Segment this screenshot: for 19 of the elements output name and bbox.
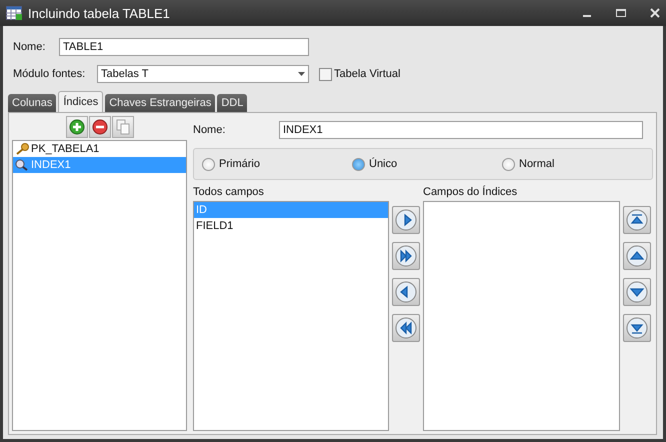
module-dropdown[interactable]: Tabelas T bbox=[97, 65, 309, 83]
all-fields-label: Todos campos bbox=[193, 186, 265, 198]
virtual-label: Tabela Virtual bbox=[334, 68, 400, 80]
radio-label: Único bbox=[369, 158, 398, 170]
name-label: Nome: bbox=[13, 41, 46, 53]
radio-label: Primário bbox=[219, 158, 260, 170]
field-item[interactable]: FIELD1 bbox=[194, 218, 388, 234]
tab[interactable]: Colunas bbox=[8, 94, 56, 112]
tab[interactable]: DDL bbox=[217, 94, 248, 112]
radio-label: Normal bbox=[519, 158, 554, 170]
index-item[interactable]: PK_TABELA1 bbox=[13, 141, 186, 157]
name-field[interactable]: TABLE1 bbox=[59, 38, 309, 56]
tab[interactable]: Índices bbox=[58, 91, 104, 112]
tab[interactable]: Chaves Estrangeiras bbox=[105, 94, 216, 112]
window-title: Incluindo tabela TABLE1 bbox=[28, 6, 171, 20]
module-label: Módulo fontes: bbox=[13, 68, 86, 80]
index-name-label: Nome: bbox=[193, 124, 226, 136]
index-name-field[interactable]: INDEX1 bbox=[279, 121, 643, 139]
index-fields-label: Campos do Índices bbox=[423, 186, 518, 198]
